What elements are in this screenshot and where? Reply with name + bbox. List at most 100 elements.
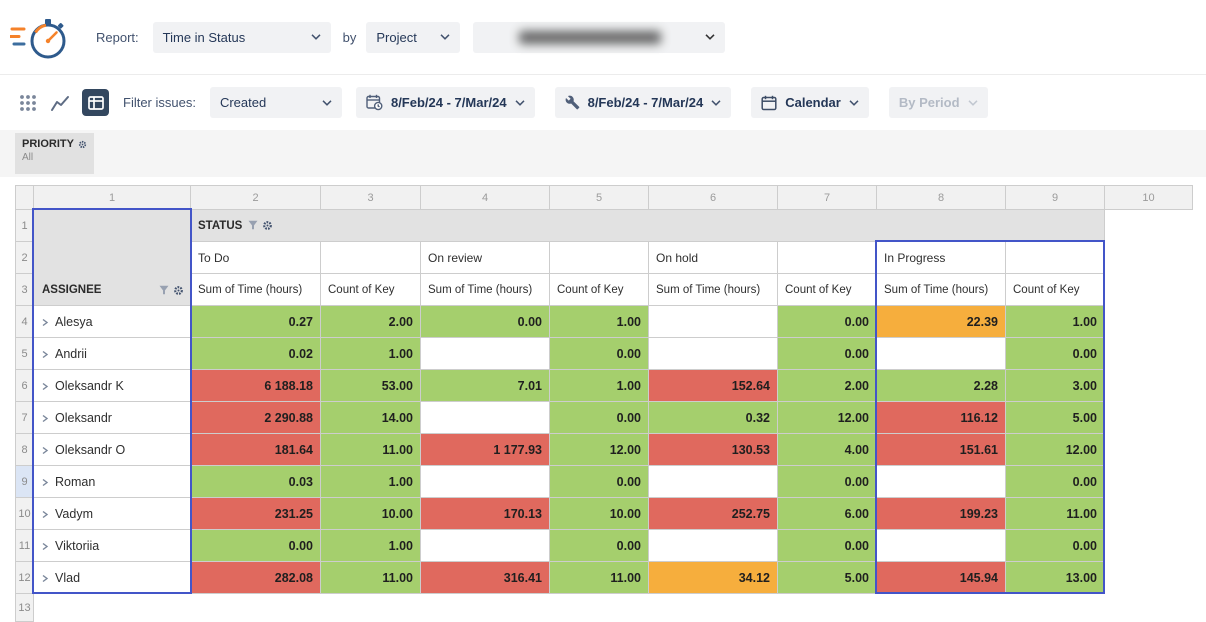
data-cell[interactable]: 2.00 xyxy=(778,370,877,402)
data-cell[interactable]: 2 290.88 xyxy=(191,402,321,434)
data-cell[interactable]: 0.00 xyxy=(778,338,877,370)
measure-header-cell[interactable]: Sum of Time (hours) xyxy=(877,274,1006,306)
data-cell[interactable]: 12.00 xyxy=(1006,434,1105,466)
data-cell[interactable]: 1.00 xyxy=(321,466,421,498)
data-cell[interactable]: 0.00 xyxy=(421,306,550,338)
data-cell[interactable]: 0.00 xyxy=(1006,530,1105,562)
data-cell[interactable]: 0.00 xyxy=(1006,466,1105,498)
data-cell[interactable]: 151.61 xyxy=(877,434,1006,466)
gear-icon[interactable] xyxy=(78,139,87,150)
data-cell[interactable]: 170.13 xyxy=(421,498,550,530)
row-number[interactable]: 10 xyxy=(16,498,34,530)
data-cell[interactable]: 0.00 xyxy=(778,466,877,498)
assignee-cell[interactable]: Oleksandr K xyxy=(34,370,191,402)
data-cell[interactable]: 13.00 xyxy=(1006,562,1105,594)
data-cell[interactable]: 14.00 xyxy=(321,402,421,434)
data-cell[interactable] xyxy=(649,338,778,370)
status-group-cell[interactable]: To Do xyxy=(191,242,321,274)
data-cell[interactable]: 0.00 xyxy=(778,530,877,562)
assignee-cell[interactable]: Oleksandr xyxy=(34,402,191,434)
data-cell[interactable] xyxy=(421,338,550,370)
column-number[interactable]: 7 xyxy=(778,186,877,210)
data-cell[interactable]: 252.75 xyxy=(649,498,778,530)
data-cell[interactable]: 2.28 xyxy=(877,370,1006,402)
expand-chevron-icon[interactable] xyxy=(41,478,49,487)
assignee-header-cell[interactable]: ASSIGNEE xyxy=(34,210,191,306)
column-number[interactable]: 5 xyxy=(550,186,649,210)
row-number[interactable]: 3 xyxy=(16,274,34,306)
column-number[interactable]: 1 xyxy=(34,186,191,210)
row-number[interactable]: 11 xyxy=(16,530,34,562)
expand-chevron-icon[interactable] xyxy=(41,382,49,391)
expand-chevron-icon[interactable] xyxy=(41,542,49,551)
row-number[interactable]: 6 xyxy=(16,370,34,402)
data-cell[interactable] xyxy=(649,466,778,498)
filter-field-select[interactable]: Created xyxy=(210,87,342,118)
data-cell[interactable]: 1.00 xyxy=(550,370,649,402)
data-cell[interactable] xyxy=(421,466,550,498)
data-cell[interactable]: 2.00 xyxy=(321,306,421,338)
grid-view-button[interactable] xyxy=(16,91,40,115)
status-header-cell[interactable]: STATUS xyxy=(191,210,1105,242)
calendar-select[interactable]: Calendar xyxy=(751,87,869,118)
status-group-cell[interactable]: In Progress xyxy=(877,242,1006,274)
data-cell[interactable]: 6.00 xyxy=(778,498,877,530)
data-cell[interactable]: 0.00 xyxy=(1006,338,1105,370)
data-cell[interactable]: 10.00 xyxy=(321,498,421,530)
measure-header-cell[interactable]: Count of Key xyxy=(778,274,877,306)
column-number[interactable]: 3 xyxy=(321,186,421,210)
data-cell[interactable]: 145.94 xyxy=(877,562,1006,594)
data-cell[interactable]: 0.27 xyxy=(191,306,321,338)
row-number[interactable]: 7 xyxy=(16,402,34,434)
expand-chevron-icon[interactable] xyxy=(41,318,49,327)
data-cell[interactable]: 12.00 xyxy=(550,434,649,466)
data-cell[interactable]: 152.64 xyxy=(649,370,778,402)
data-cell[interactable]: 1.00 xyxy=(550,306,649,338)
row-number[interactable]: 9 xyxy=(16,466,34,498)
data-cell[interactable]: 0.03 xyxy=(191,466,321,498)
measure-header-cell[interactable]: Sum of Time (hours) xyxy=(191,274,321,306)
date-range-picker-2[interactable]: 8/Feb/24 - 7/Mar/24 xyxy=(555,87,732,118)
data-cell[interactable]: 0.32 xyxy=(649,402,778,434)
assignee-cell[interactable]: Vadym xyxy=(34,498,191,530)
filter-funnel-icon[interactable] xyxy=(159,285,169,295)
date-range-picker-1[interactable]: 8/Feb/24 - 7/Mar/24 xyxy=(356,87,535,118)
data-cell[interactable]: 282.08 xyxy=(191,562,321,594)
data-cell[interactable]: 0.00 xyxy=(191,530,321,562)
data-cell[interactable]: 0.00 xyxy=(550,466,649,498)
measure-header-cell[interactable]: Sum of Time (hours) xyxy=(421,274,550,306)
column-number[interactable]: 9 xyxy=(1006,186,1105,210)
data-cell[interactable]: 1 177.93 xyxy=(421,434,550,466)
column-number[interactable]: 10 xyxy=(1105,186,1193,210)
measure-header-cell[interactable]: Count of Key xyxy=(1006,274,1105,306)
row-number[interactable]: 5 xyxy=(16,338,34,370)
assignee-cell[interactable]: Roman xyxy=(34,466,191,498)
column-number[interactable]: 8 xyxy=(877,186,1006,210)
project-select[interactable] xyxy=(473,22,725,53)
row-number[interactable]: 12 xyxy=(16,562,34,594)
data-cell[interactable]: 5.00 xyxy=(778,562,877,594)
measure-header-cell[interactable]: Count of Key xyxy=(321,274,421,306)
data-cell[interactable]: 7.01 xyxy=(421,370,550,402)
data-cell[interactable]: 1.00 xyxy=(1006,306,1105,338)
data-cell[interactable]: 1.00 xyxy=(321,338,421,370)
row-number[interactable]: 4 xyxy=(16,306,34,338)
data-cell[interactable]: 53.00 xyxy=(321,370,421,402)
expand-chevron-icon[interactable] xyxy=(41,446,49,455)
data-cell[interactable] xyxy=(421,530,550,562)
data-cell[interactable]: 12.00 xyxy=(778,402,877,434)
group-by-select[interactable]: Project xyxy=(366,22,460,53)
expand-chevron-icon[interactable] xyxy=(41,574,49,583)
assignee-cell[interactable]: Viktoriia xyxy=(34,530,191,562)
row-number[interactable]: 2 xyxy=(16,242,34,274)
data-cell[interactable]: 0.00 xyxy=(778,306,877,338)
data-cell[interactable]: 10.00 xyxy=(550,498,649,530)
data-cell[interactable] xyxy=(649,306,778,338)
data-cell[interactable]: 199.23 xyxy=(877,498,1006,530)
table-view-button[interactable] xyxy=(82,89,109,116)
data-cell[interactable]: 6 188.18 xyxy=(191,370,321,402)
row-number[interactable]: 8 xyxy=(16,434,34,466)
data-cell[interactable]: 316.41 xyxy=(421,562,550,594)
data-cell[interactable]: 3.00 xyxy=(1006,370,1105,402)
data-cell[interactable]: 0.00 xyxy=(550,402,649,434)
